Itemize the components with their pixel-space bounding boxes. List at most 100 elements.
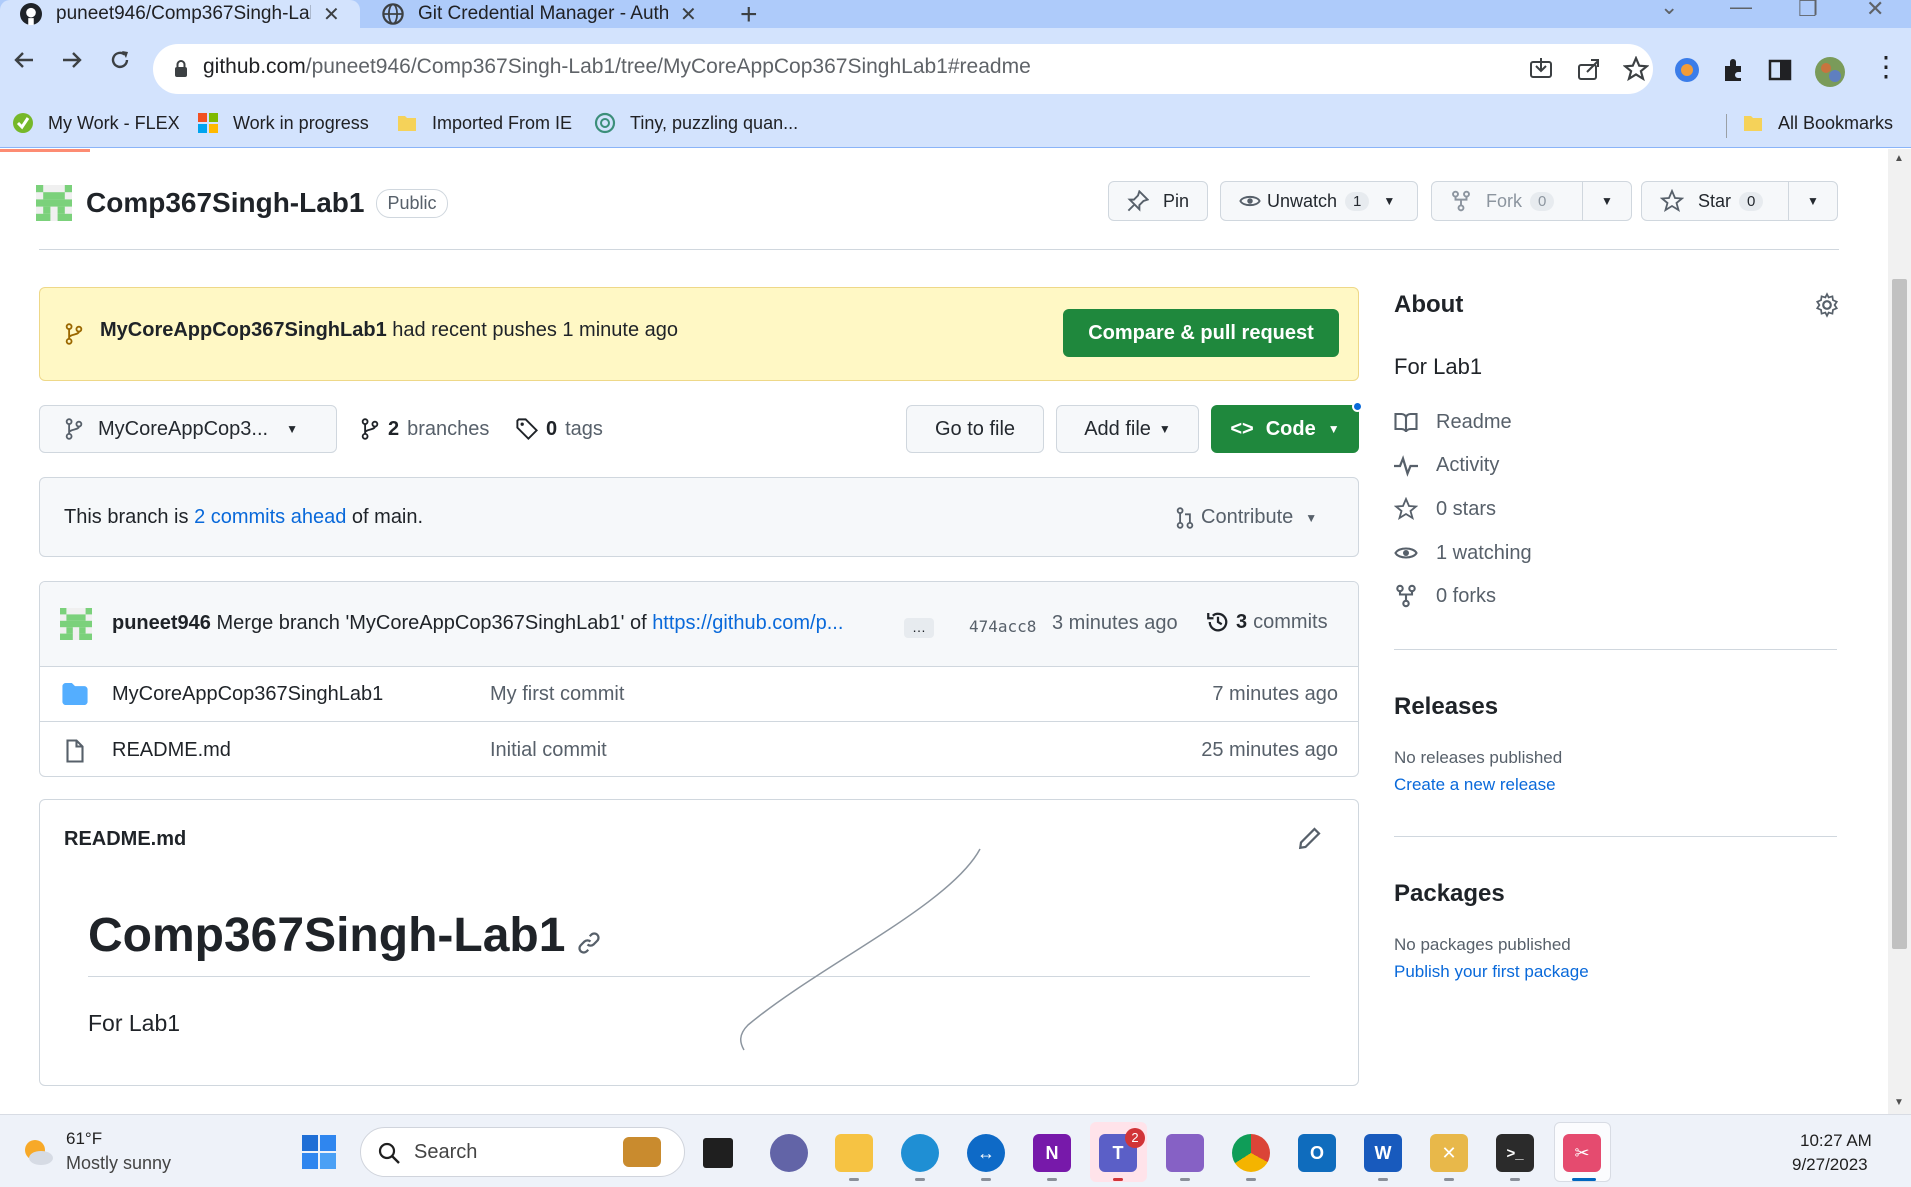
reload-icon[interactable] (102, 42, 138, 78)
weather-sun-icon[interactable] (20, 1134, 56, 1170)
link-icon[interactable] (577, 931, 601, 955)
commits-history-link[interactable]: 3 commits (1206, 610, 1328, 634)
close-icon[interactable]: ✕ (680, 2, 697, 27)
identicon-avatar[interactable] (36, 185, 72, 221)
window-close-icon[interactable]: ✕ (1866, 0, 1884, 22)
scroll-down-arrow[interactable]: ▼ (1894, 1097, 1904, 1108)
fork-dropdown-button[interactable]: ▼ (1582, 181, 1632, 221)
bookmark-star-icon[interactable] (1623, 56, 1649, 82)
pin-icon (1127, 190, 1149, 212)
readme-link[interactable]: Readme (1394, 411, 1512, 434)
sidebar-divider (1394, 649, 1837, 650)
commit-url-link[interactable]: https://github.com/p... (652, 612, 843, 634)
install-icon[interactable] (1528, 56, 1554, 82)
extensions-icon[interactable] (1720, 56, 1748, 84)
bookmark-tiny-puzzling[interactable]: Tiny, puzzling quan... (594, 112, 798, 134)
expand-commit-button[interactable]: … (904, 618, 934, 638)
running-indicator (1180, 1178, 1190, 1181)
gear-icon[interactable] (1814, 292, 1840, 318)
unwatch-button[interactable]: Unwatch 1 ▼ (1220, 181, 1418, 221)
outlook-icon[interactable]: O (1298, 1134, 1336, 1172)
edit-pencil-icon[interactable] (1298, 826, 1322, 850)
forks-link[interactable]: 0 forks (1394, 584, 1496, 608)
onenote-icon[interactable]: N (1033, 1134, 1071, 1172)
extension-vpn-icon[interactable] (1673, 56, 1701, 84)
code-button[interactable]: <> Code ▼ (1211, 405, 1359, 453)
terminal-icon[interactable]: >_ (1496, 1134, 1534, 1172)
bookmark-my-work[interactable]: My Work - FLEX (12, 112, 180, 134)
taskbar-search-box[interactable]: Search (360, 1127, 685, 1177)
weather-temperature[interactable]: 61°F (66, 1129, 102, 1149)
word-icon[interactable]: W (1364, 1134, 1402, 1172)
go-to-file-button[interactable]: Go to file (906, 405, 1044, 453)
file-name[interactable]: MyCoreAppCop367SinghLab1 (112, 683, 383, 706)
scrollbar-thumb[interactable] (1892, 279, 1907, 949)
tags-link[interactable]: 0 tags (516, 405, 603, 453)
restore-icon[interactable]: ❐ (1798, 0, 1818, 22)
stars-link[interactable]: 0 stars (1394, 497, 1496, 521)
forward-icon[interactable] (54, 42, 90, 78)
windows-start-icon[interactable] (301, 1134, 337, 1170)
file-row-folder[interactable]: MyCoreAppCop367SinghLab1 My first commit… (40, 667, 1358, 722)
task-view-icon[interactable] (703, 1138, 733, 1168)
share-icon[interactable] (1576, 56, 1602, 82)
chevron-down-icon[interactable]: ▼ (1383, 194, 1395, 208)
pulse-icon (1394, 454, 1418, 477)
contribute-button[interactable]: Contribute ▼ (1175, 506, 1317, 529)
repo-title[interactable]: Comp367Singh-Lab1 (86, 187, 364, 219)
branch-select-button[interactable]: MyCoreAppCop3... ▼ (39, 405, 337, 453)
menu-kebab-icon[interactable]: ⋮ (1872, 50, 1900, 83)
clock-time[interactable]: 10:27 AM (1800, 1131, 1872, 1151)
lock-icon[interactable] (173, 59, 189, 79)
visual-studio-icon[interactable] (1166, 1134, 1204, 1172)
fork-button[interactable]: Fork 0 (1431, 181, 1583, 221)
bookmark-work-in-progress[interactable]: Work in progress (197, 112, 369, 134)
repo-header: Comp367Singh-Lab1 Public (36, 185, 448, 221)
readme-filename[interactable]: README.md (64, 828, 186, 851)
file-name[interactable]: README.md (112, 739, 231, 762)
all-bookmarks[interactable]: All Bookmarks (1742, 112, 1893, 134)
releases-title[interactable]: Releases (1394, 693, 1498, 721)
tab-github[interactable]: puneet946/Comp367Singh-Lab1 ✕ (0, 0, 360, 28)
file-row-file[interactable]: README.md Initial commit 25 minutes ago (40, 723, 1358, 776)
chat-icon[interactable] (770, 1134, 808, 1172)
chrome-icon[interactable] (1232, 1134, 1270, 1172)
create-release-link[interactable]: Create a new release (1394, 775, 1556, 795)
commits-ahead-link[interactable]: 2 commits ahead (194, 506, 346, 528)
tab-search-icon[interactable]: ⌄ (1660, 0, 1678, 20)
branches-link[interactable]: 2 branches (360, 405, 489, 453)
file-explorer-icon[interactable] (835, 1134, 873, 1172)
watching-link[interactable]: 1 watching (1394, 541, 1532, 565)
scroll-up-arrow[interactable]: ▲ (1894, 153, 1904, 164)
back-icon[interactable] (6, 42, 42, 78)
edge-icon[interactable] (901, 1134, 939, 1172)
page-scrollbar[interactable]: ▲ ▼ (1888, 149, 1911, 1114)
add-file-button[interactable]: Add file ▼ (1056, 405, 1199, 453)
clock-date[interactable]: 9/27/2023 (1792, 1155, 1868, 1175)
identicon-avatar[interactable] (60, 608, 92, 640)
weather-condition[interactable]: Mostly sunny (66, 1153, 171, 1174)
tab-git-credential[interactable]: Git Credential Manager - Authen ✕ (362, 0, 722, 28)
star-button[interactable]: Star 0 (1641, 181, 1789, 221)
side-panel-icon[interactable] (1766, 56, 1794, 84)
file-commit-message[interactable]: Initial commit (490, 739, 607, 762)
address-bar[interactable]: github.com/puneet946/Comp367Singh-Lab1/t… (153, 44, 1653, 94)
compare-pull-request-button[interactable]: Compare & pull request (1063, 309, 1339, 357)
packages-title[interactable]: Packages (1394, 880, 1505, 908)
minimize-icon[interactable]: — (1730, 0, 1752, 20)
star-dropdown-button[interactable]: ▼ (1788, 181, 1838, 221)
github-icon (20, 3, 42, 25)
pin-button[interactable]: Pin (1108, 181, 1208, 221)
snipping-tool-icon[interactable]: ✂ (1563, 1134, 1601, 1172)
file-commit-message[interactable]: My first commit (490, 683, 624, 706)
commit-author[interactable]: puneet946 (112, 612, 211, 634)
bookmark-imported-from-ie[interactable]: Imported From IE (396, 112, 572, 134)
running-indicator (1047, 1178, 1057, 1181)
teamviewer-icon[interactable]: ↔ (967, 1134, 1005, 1172)
activity-link[interactable]: Activity (1394, 454, 1499, 477)
close-icon[interactable]: ✕ (323, 2, 340, 27)
commit-sha[interactable]: 474acc8 (969, 617, 1036, 636)
tools-icon[interactable]: ✕ (1430, 1134, 1468, 1172)
profile-avatar[interactable] (1814, 56, 1846, 88)
publish-package-link[interactable]: Publish your first package (1394, 962, 1589, 982)
